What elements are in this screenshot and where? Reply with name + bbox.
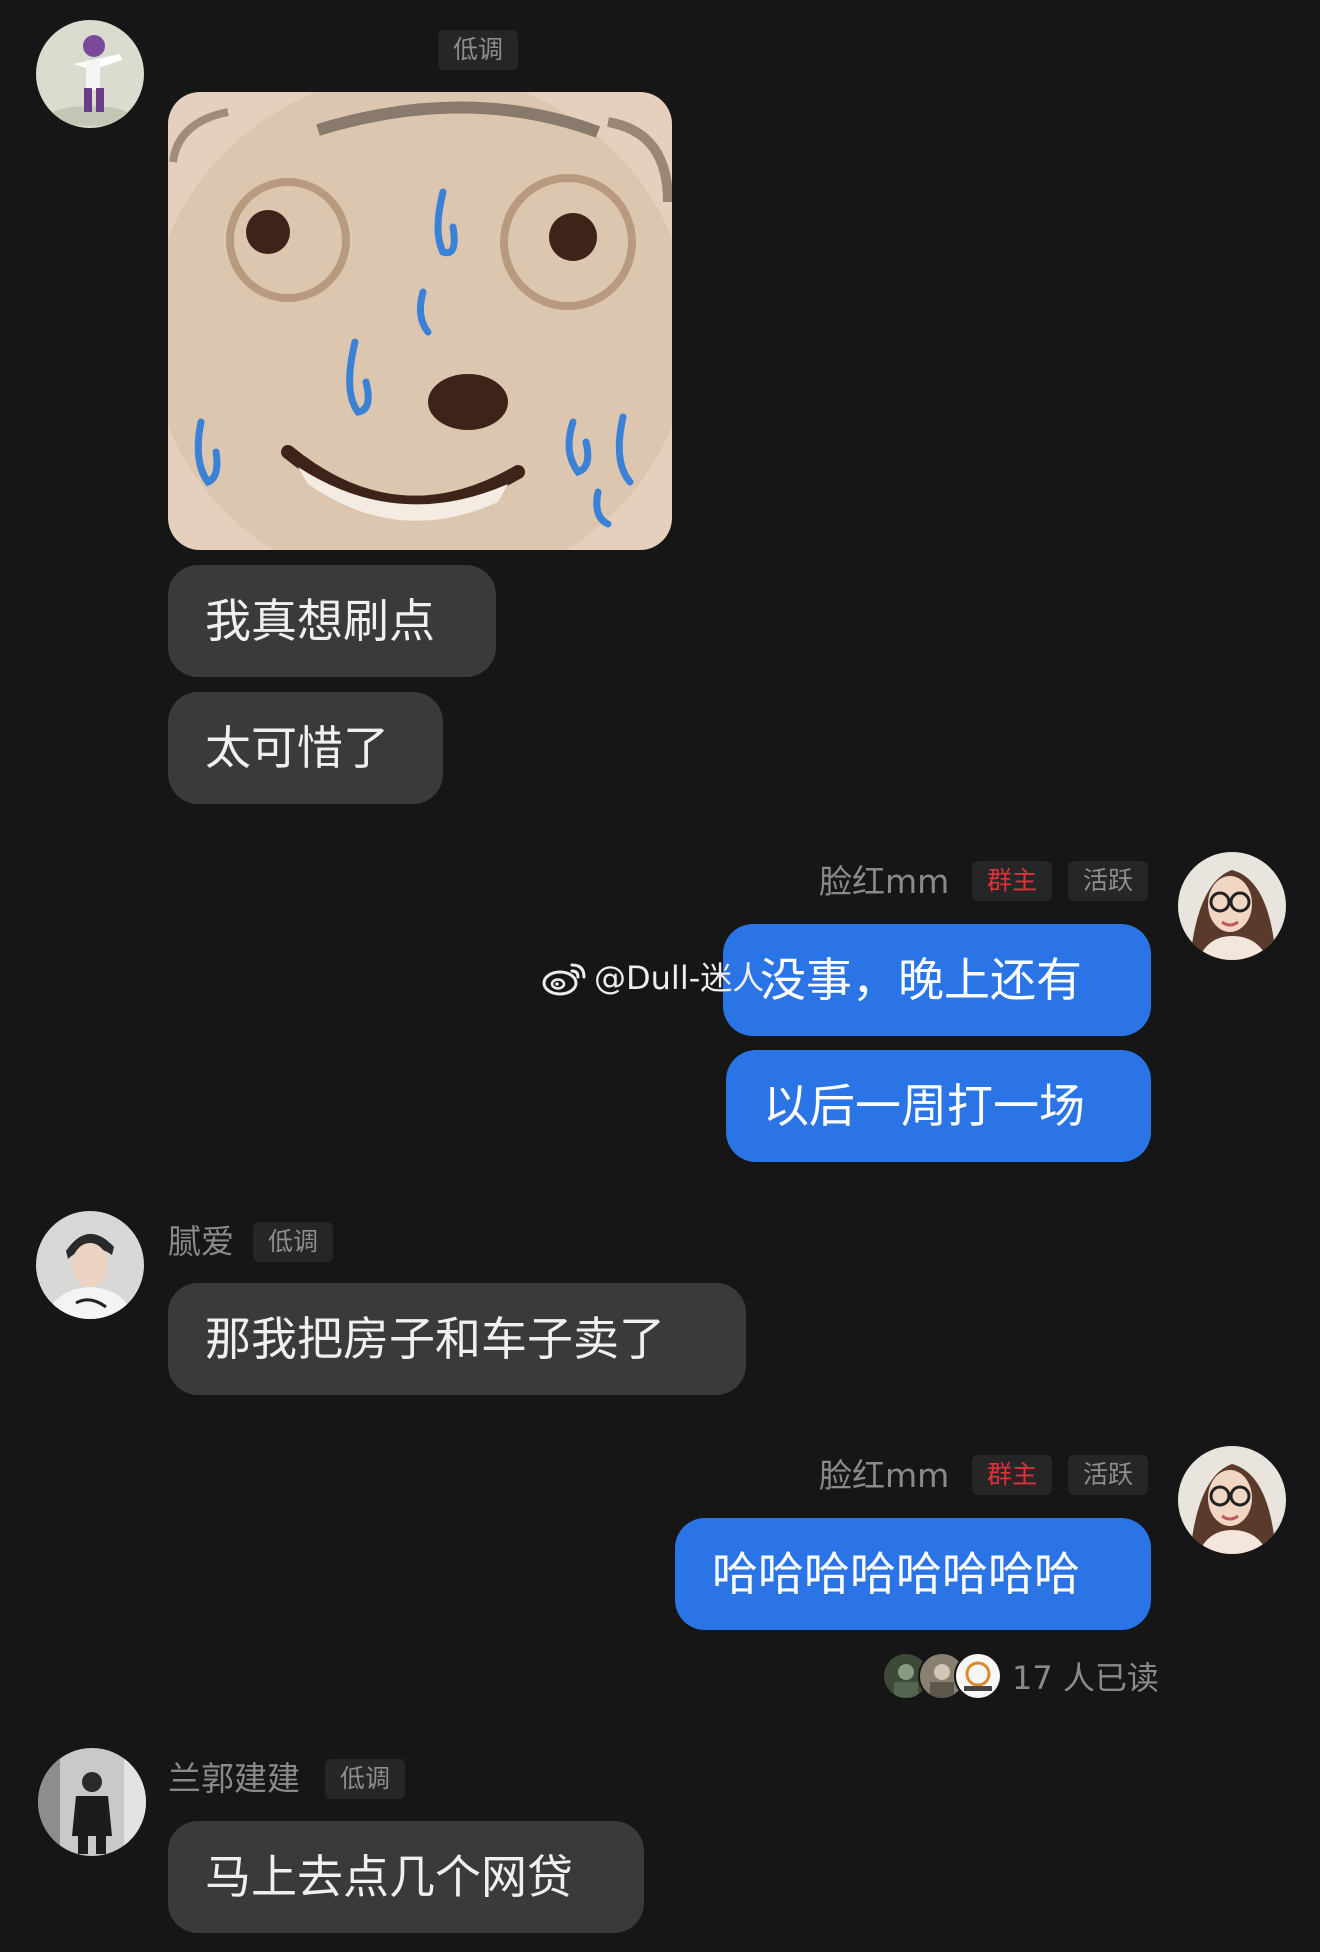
message-bubble[interactable]: 那我把房子和车子卖了 <box>168 1283 746 1395</box>
sender-name: 脸红mm <box>819 1456 950 1495</box>
badge-active: 活跃 <box>1068 861 1149 901</box>
badge-active: 活跃 <box>1068 1455 1149 1495</box>
message-bubble[interactable]: 马上去点几个网贷 <box>168 1821 644 1933</box>
badge-low-profile: 低调 <box>325 1759 406 1799</box>
avatar-face-red-mm[interactable] <box>1178 852 1286 960</box>
weibo-watermark: @Dull-迷人 <box>542 954 764 1002</box>
sweating-dog-sticker[interactable] <box>168 92 672 550</box>
watermark-text: @Dull-迷人 <box>594 959 765 997</box>
badge-low-profile: 低调 <box>253 1222 334 1262</box>
sender-name: 脸红mm <box>819 862 950 901</box>
avatar-user-langguo[interactable] <box>38 1748 146 1856</box>
badge-low-profile: 低调 <box>438 30 519 70</box>
sender-name: 兰郭建建 <box>168 1759 300 1798</box>
avatar-face-red-mm[interactable] <box>1178 1446 1286 1554</box>
avatar-user-niai[interactable] <box>36 1211 144 1319</box>
message-bubble[interactable]: 太可惜了 <box>168 692 443 804</box>
sender-name: 腻爱 <box>168 1222 234 1261</box>
avatar-user-1[interactable] <box>36 20 144 128</box>
weibo-icon <box>542 963 586 996</box>
badge-group-owner: 群主 <box>972 861 1053 901</box>
message-bubble[interactable]: 以后一周打一场 <box>726 1050 1151 1162</box>
badge-group-owner: 群主 <box>972 1455 1053 1495</box>
read-count: 17 人已读 <box>1012 1659 1159 1697</box>
message-bubble[interactable]: 没事，晚上还有 <box>723 924 1151 1036</box>
read-receipt[interactable]: 17 人已读 <box>882 1652 1159 1700</box>
message-bubble[interactable]: 我真想刷点 <box>168 565 496 677</box>
reader-avatar <box>954 1652 1002 1700</box>
message-bubble[interactable]: 哈哈哈哈哈哈哈哈 <box>675 1518 1151 1630</box>
